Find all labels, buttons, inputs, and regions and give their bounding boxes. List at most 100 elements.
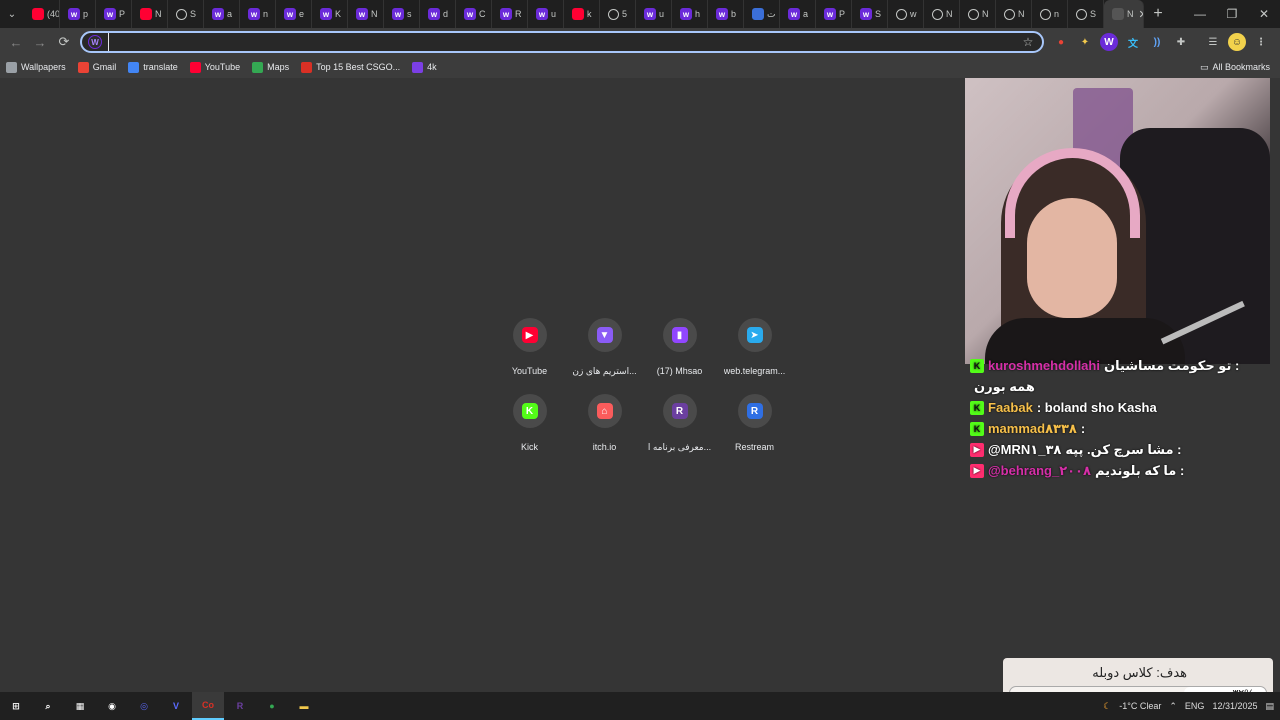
tab-6[interactable]: wn	[240, 0, 276, 28]
youtube-icon	[32, 8, 44, 20]
tab-active[interactable]: N ✕	[1104, 0, 1144, 28]
tab-5[interactable]: wa	[204, 0, 240, 28]
tab-2[interactable]: wP	[96, 0, 132, 28]
audio-extension-icon[interactable]: ))	[1148, 33, 1166, 51]
tab-17[interactable]: wu	[636, 0, 672, 28]
bookmark-3[interactable]: YouTube	[189, 61, 240, 73]
bookmark-5[interactable]: Top 15 Best CSGO...	[301, 61, 400, 73]
shortcut-icon-circle: ▶	[512, 318, 547, 352]
notifications-icon[interactable]: ▤	[1265, 701, 1274, 712]
menu-kebab-icon[interactable]: ⋮	[1252, 33, 1270, 51]
w-icon: w	[320, 8, 332, 20]
chat-text: مشا سرچ کن. پپه :	[1065, 441, 1182, 457]
tab-28[interactable]: n	[1032, 0, 1068, 28]
w-icon: w	[788, 8, 800, 20]
bookmark-star-icon[interactable]: ☆	[1018, 35, 1038, 49]
tab-title: w	[910, 9, 917, 19]
clock-date[interactable]: 12/31/2025	[1212, 701, 1257, 711]
taskbar-item[interactable]: ▦	[64, 692, 96, 720]
translate-extension-icon[interactable]: 文	[1124, 33, 1142, 51]
tab-22[interactable]: wP	[816, 0, 852, 28]
taskbar-item[interactable]: ◉	[96, 692, 128, 720]
tab-1[interactable]: wp	[60, 0, 96, 28]
maps-icon	[252, 61, 264, 73]
tab-16[interactable]: 5	[600, 0, 636, 28]
tab-23[interactable]: wS	[852, 0, 888, 28]
bookmark-0[interactable]: Wallpapers	[6, 61, 66, 73]
tab-21[interactable]: wa	[780, 0, 816, 28]
new-tab-button[interactable]: +	[1144, 0, 1172, 28]
tab-14[interactable]: wu	[528, 0, 564, 28]
page-favicon-icon	[1112, 8, 1124, 20]
taskbar-item[interactable]: R	[224, 692, 256, 720]
tab-search-button[interactable]: ⌄	[0, 0, 24, 28]
shortcut-tile[interactable]: R معرفی برنامه ا...	[642, 394, 717, 454]
tab-18[interactable]: wh	[672, 0, 708, 28]
tab-title: S	[1090, 9, 1097, 19]
tab-25[interactable]: N	[924, 0, 960, 28]
forward-button[interactable]: →	[28, 30, 52, 54]
reload-button[interactable]: ⟳	[52, 30, 76, 54]
taskbar-item[interactable]: ⌕	[32, 692, 64, 720]
all-bookmarks-label: All Bookmarks	[1212, 62, 1270, 72]
chat-text: : boland sho Kasha	[1036, 400, 1157, 415]
tab-9[interactable]: wN	[348, 0, 384, 28]
shortcut-icon-circle: ➤	[737, 318, 772, 352]
tab-24[interactable]: w	[888, 0, 924, 28]
adblock-extension-icon[interactable]: ●	[1052, 33, 1070, 51]
back-button[interactable]: ←	[4, 30, 28, 54]
tab-26[interactable]: N	[960, 0, 996, 28]
tab-7[interactable]: we	[276, 0, 312, 28]
profile-avatar[interactable]: ☺	[1228, 33, 1246, 51]
shortcut-tile[interactable]: K Kick	[492, 394, 567, 454]
window-controls: — ❐ ✕	[1184, 0, 1280, 28]
tab-29[interactable]: S	[1068, 0, 1104, 28]
shortcut-tile[interactable]: ▶ YouTube	[492, 318, 567, 378]
tab-12[interactable]: wC	[456, 0, 492, 28]
close-window-button[interactable]: ✕	[1248, 0, 1280, 28]
shortcut-tile[interactable]: ▮ (17) Mhsao	[642, 318, 717, 378]
tab-27[interactable]: N	[996, 0, 1032, 28]
tab-3[interactable]: N	[132, 0, 168, 28]
extensions-puzzle-icon[interactable]: ✚	[1172, 33, 1190, 51]
taskbar-item[interactable]: Co	[192, 692, 224, 720]
minimize-button[interactable]: —	[1184, 0, 1216, 28]
tab-8[interactable]: wK	[312, 0, 348, 28]
w-icon: w	[68, 8, 80, 20]
bookmark-2[interactable]: translate	[128, 61, 178, 73]
tab-10[interactable]: ws	[384, 0, 420, 28]
taskbar-item[interactable]: ●	[256, 692, 288, 720]
r-app-icon: R	[236, 701, 244, 711]
taskbar-item[interactable]: ◎	[128, 692, 160, 720]
bookmark-1[interactable]: Gmail	[77, 61, 116, 73]
language-indicator[interactable]: ENG	[1185, 701, 1205, 711]
shortcut-tile[interactable]: R Restream	[717, 394, 792, 454]
tab-0[interactable]: (40)	[24, 0, 60, 28]
address-bar[interactable]: W ☆	[80, 31, 1044, 53]
tab-20[interactable]: ت	[744, 0, 780, 28]
bookmark-4[interactable]: Maps	[252, 61, 289, 73]
tab-11[interactable]: wd	[420, 0, 456, 28]
restore-button[interactable]: ❐	[1216, 0, 1248, 28]
tampermonkey-extension-icon[interactable]: ✦	[1076, 33, 1094, 51]
bookmark-6[interactable]: 4k	[412, 61, 437, 73]
all-bookmarks-button[interactable]: ▭ All Bookmarks	[1200, 62, 1270, 73]
shortcut-tile[interactable]: ▼ استریم های زن...	[567, 318, 642, 378]
site-info-icon[interactable]: W	[88, 35, 102, 49]
taskbar-item[interactable]: ▬	[288, 692, 320, 720]
shortcut-tile[interactable]: ⌂ itch.io	[567, 394, 642, 454]
address-input[interactable]	[108, 33, 1018, 51]
tab-title: (40)	[47, 9, 60, 19]
taskbar-item[interactable]: V	[160, 692, 192, 720]
reading-list-icon[interactable]: ☰	[1204, 33, 1222, 51]
tab-19[interactable]: wb	[708, 0, 744, 28]
tab-13[interactable]: wR	[492, 0, 528, 28]
tab-15[interactable]: k	[564, 0, 600, 28]
taskbar-item[interactable]: ⊞	[0, 692, 32, 720]
tab-title: n	[263, 9, 269, 19]
w-extension-icon[interactable]: W	[1100, 33, 1118, 51]
shortcut-tile[interactable]: ➤ web.telegram...	[717, 318, 792, 378]
globe-icon	[932, 8, 943, 20]
tray-overflow-icon[interactable]: ⌃	[1169, 701, 1177, 712]
tab-4[interactable]: S	[168, 0, 204, 28]
